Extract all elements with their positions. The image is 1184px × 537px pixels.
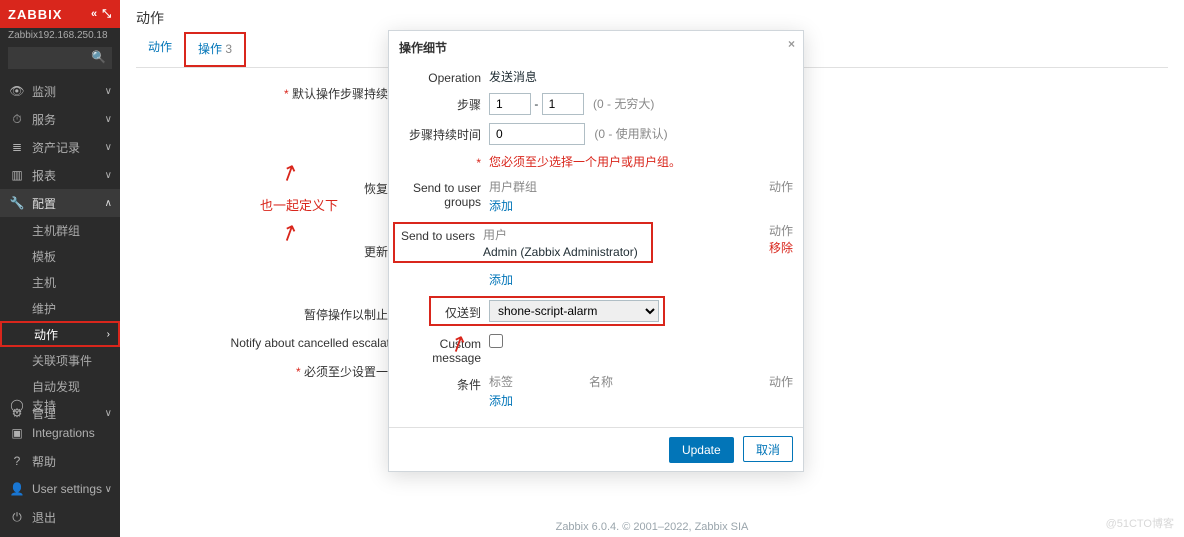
chevron-down-icon: ∨	[105, 86, 112, 97]
nav-inventory[interactable]: ≣资产记录∨	[0, 133, 120, 161]
step-duration-input[interactable]	[489, 123, 585, 145]
nav-configuration[interactable]: 🔧配置∧	[0, 189, 120, 217]
sidebar-item-hosts[interactable]: 主机	[0, 269, 120, 295]
chevron-down-icon: ∨	[105, 484, 112, 495]
logo-text: ZABBIX	[8, 7, 62, 22]
step-to-input[interactable]	[542, 93, 584, 115]
chevron-down-icon: ∨	[105, 170, 112, 181]
chart-icon: ▥	[8, 168, 26, 182]
list-icon: ≣	[8, 140, 26, 154]
pause-label: 暂停操作以制止问题	[160, 303, 420, 323]
sidebar-item-templates[interactable]: 模板	[0, 243, 120, 269]
tab-operations[interactable]: 操作 3	[184, 32, 246, 67]
user-icon: 👤	[8, 482, 26, 496]
close-icon[interactable]: ×	[788, 37, 795, 51]
logo-row: ZABBIX « ⤡	[0, 0, 120, 28]
sidebar-item-actions[interactable]: 动作›	[0, 321, 120, 347]
tab-action[interactable]: 动作	[136, 32, 184, 67]
sidebar-item-maintenance[interactable]: 维护	[0, 295, 120, 321]
remove-user-link[interactable]: 移除	[769, 239, 793, 256]
annotation-left-note: 也一起定义下	[260, 195, 338, 214]
modal-cancel-button[interactable]: 取消	[743, 436, 793, 462]
user-row: Admin (Zabbix Administrator)	[483, 245, 647, 259]
nav-integrations[interactable]: ▣Integrations	[0, 419, 120, 447]
nav-support[interactable]: ◯支持	[0, 391, 120, 419]
watermark: @51CTO博客	[1106, 515, 1174, 531]
collapse-icon[interactable]: « ⤡	[91, 8, 112, 21]
nav-monitoring[interactable]: 👁监测∨	[0, 77, 120, 105]
add-usergroup-link[interactable]: 添加	[489, 197, 793, 214]
support-icon: ◯	[8, 398, 26, 412]
send-groups-label: Send to user groups	[399, 178, 489, 209]
integrations-icon: ▣	[8, 426, 26, 440]
wrench-icon: 🔧	[8, 196, 26, 210]
send-users-label: Send to users	[399, 226, 483, 259]
operations-label: 操作	[160, 114, 420, 134]
operation-label: Operation	[399, 68, 489, 85]
chevron-up-icon: ∧	[105, 198, 112, 209]
search-icon[interactable]: 🔍	[91, 50, 106, 64]
modal-title: 操作细节	[399, 41, 447, 55]
server-info: Zabbix192.168.250.18	[0, 28, 120, 47]
nav-usersettings[interactable]: 👤User settings∨	[0, 475, 120, 503]
page-title: 动作	[120, 0, 1184, 32]
sidebar-item-hostgroups[interactable]: 主机群组	[0, 217, 120, 243]
help-icon: ?	[8, 454, 26, 468]
step-from-input[interactable]	[489, 93, 531, 115]
add-condition-link[interactable]: 添加	[489, 392, 793, 409]
chevron-down-icon: ∨	[105, 114, 112, 125]
clock-icon: ⏱	[8, 112, 26, 127]
notify-cancel-label: Notify about cancelled escalations	[160, 333, 420, 350]
add-user-link[interactable]: 添加	[489, 273, 513, 287]
required-user-hint: 您必须至少选择一个用户或用户组。	[489, 153, 793, 170]
modal-update-button[interactable]: Update	[669, 437, 734, 463]
only-to-label: 仅送到	[435, 301, 489, 321]
custom-msg-label: Custom message	[399, 334, 489, 365]
step-duration-label: 步骤持续时间	[399, 123, 489, 143]
eye-icon: 👁	[8, 84, 26, 98]
chevron-right-icon: ›	[107, 329, 110, 340]
footer-text: Zabbix 6.0.4. © 2001–2022, Zabbix SIA	[120, 521, 1184, 533]
sidebar: ZABBIX « ⤡ Zabbix192.168.250.18 🔍 👁监测∨ ⏱…	[0, 0, 120, 537]
step-duration-hint: (0 - 使用默认)	[594, 127, 667, 141]
only-to-select[interactable]: shone-script-alarm	[489, 300, 659, 322]
nav-reports[interactable]: ▥报表∨	[0, 161, 120, 189]
chevron-down-icon: ∨	[105, 142, 112, 153]
power-icon: ⏻	[8, 510, 26, 525]
operation-details-dialog: 操作细节 × Operation 发送消息 步骤 - (0 - 无穷大) 步骤持…	[388, 30, 804, 472]
steps-hint: (0 - 无穷大)	[593, 97, 654, 111]
nav-signout[interactable]: ⏻退出	[0, 503, 120, 531]
custom-msg-checkbox[interactable]	[489, 334, 503, 348]
sidebar-item-correlation[interactable]: 关联项事件	[0, 347, 120, 373]
steps-label: 步骤	[399, 93, 489, 113]
conditions-label: 条件	[399, 373, 489, 393]
nav-help[interactable]: ?帮助	[0, 447, 120, 475]
operation-value: 发送消息	[489, 68, 793, 85]
nav-services[interactable]: ⏱服务∨	[0, 105, 120, 133]
